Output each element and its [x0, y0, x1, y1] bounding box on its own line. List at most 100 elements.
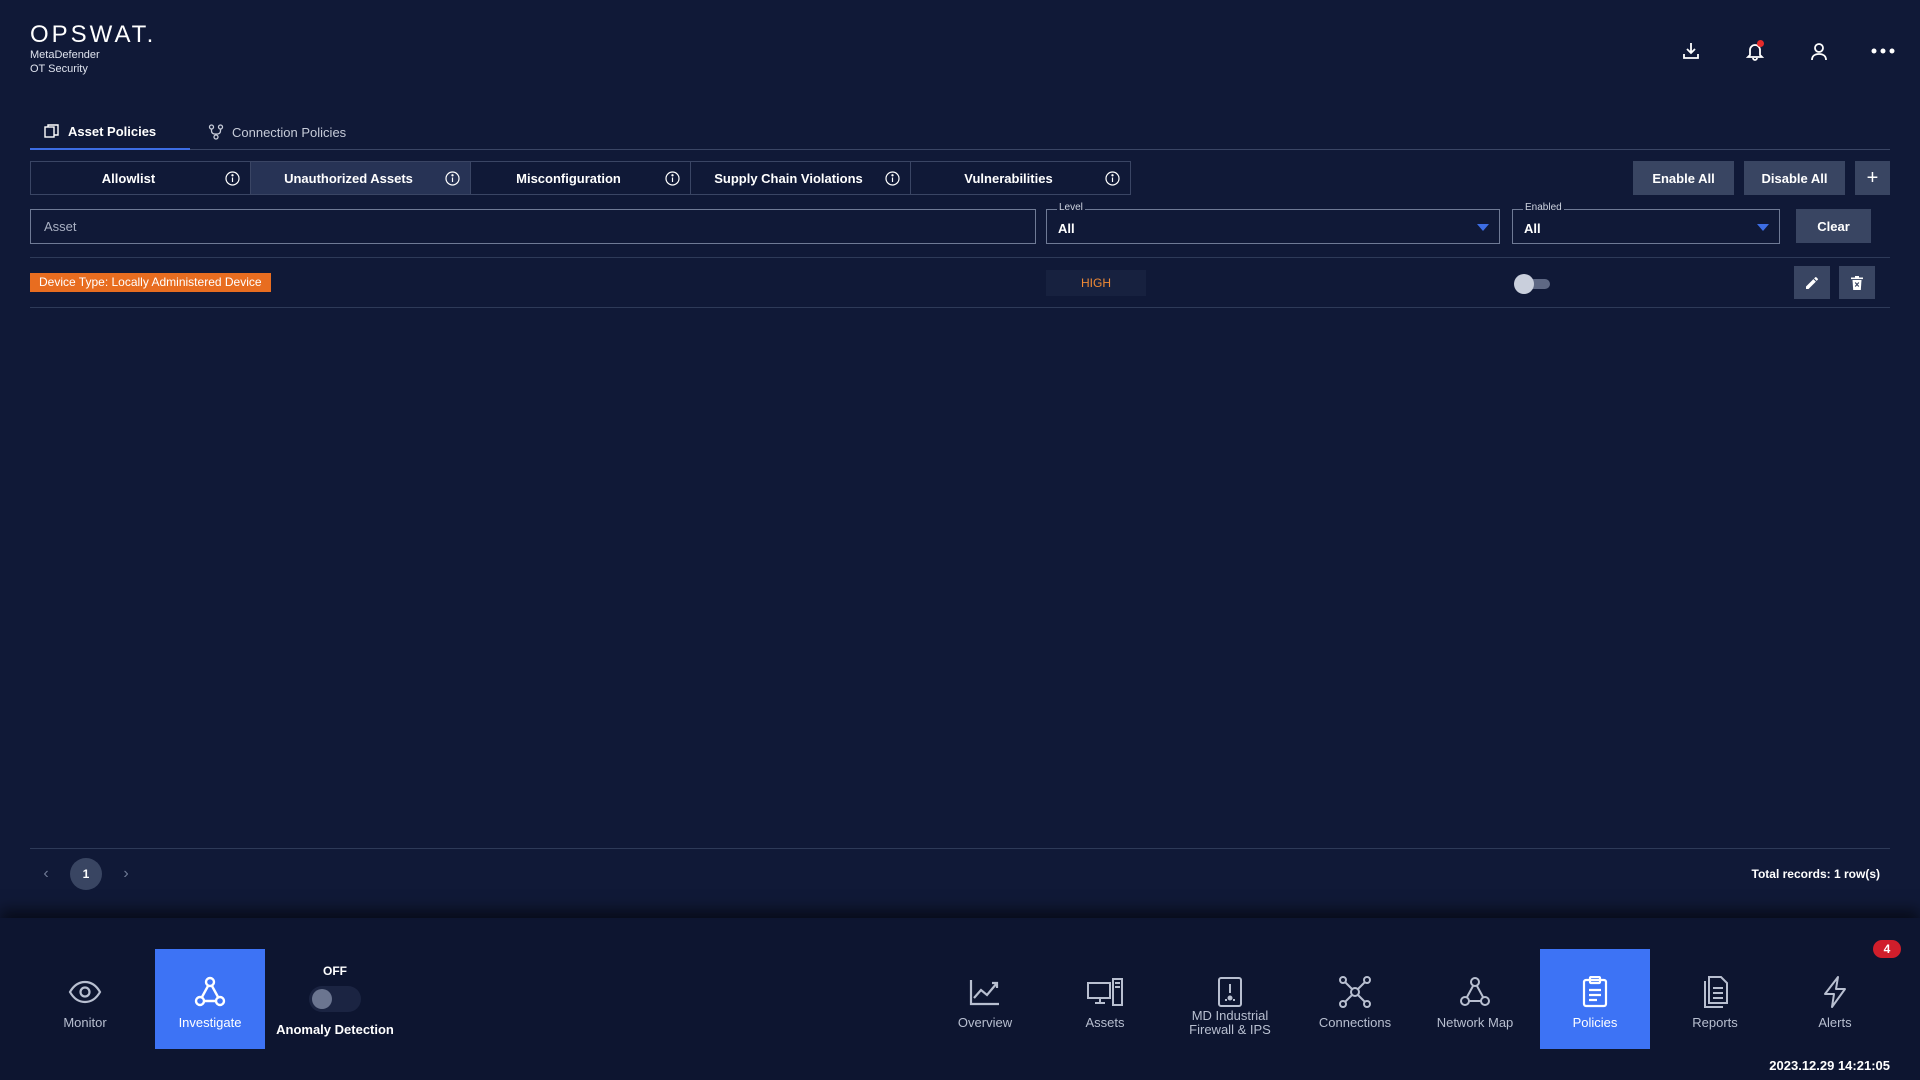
- policy-actions: Enable All Disable All +: [1633, 161, 1890, 195]
- anomaly-detection-label: Anomaly Detection: [276, 1022, 394, 1037]
- header-toolbar: [1674, 34, 1900, 68]
- table-divider: [30, 257, 1890, 258]
- nav-investigate[interactable]: Investigate: [155, 949, 265, 1049]
- anomaly-detection-toggle[interactable]: [309, 986, 361, 1012]
- toggle-knob: [1514, 274, 1534, 294]
- connections-icon: [1338, 975, 1372, 1009]
- tab-asset-policies[interactable]: Asset Policies: [30, 114, 190, 150]
- nav-policies[interactable]: Policies: [1540, 949, 1650, 1049]
- caret-down-icon: [1477, 224, 1489, 231]
- network-map-icon: [1459, 975, 1491, 1009]
- disable-all-button[interactable]: Disable All: [1744, 161, 1845, 195]
- subtab-misconfiguration-label: Misconfiguration: [516, 170, 621, 186]
- enabled-select-value: All: [1524, 221, 1541, 236]
- timestamp: 2023.12.29 14:21:05: [1769, 1058, 1890, 1073]
- connection-policies-icon: [208, 124, 224, 140]
- investigate-icon: [194, 975, 226, 1009]
- policy-type-tabs: Asset Policies Connection Policies: [30, 114, 1890, 150]
- subtab-supply-chain-violations[interactable]: Supply Chain Violations: [690, 161, 911, 195]
- firewall-icon: [1217, 975, 1243, 1009]
- subtab-supply-chain-violations-label: Supply Chain Violations: [714, 170, 863, 186]
- asset-policy-subtabs: Allowlist Unauthorized Assets Misconfigu…: [30, 161, 1131, 195]
- chevron-right-icon[interactable]: ›: [120, 865, 132, 883]
- enable-all-button[interactable]: Enable All: [1633, 161, 1734, 195]
- nav-alerts[interactable]: Alerts: [1780, 949, 1890, 1049]
- nav-network-map-label: Network Map: [1436, 1015, 1514, 1030]
- nav-firewall-label-line1: MD Industrial: [1191, 1008, 1269, 1023]
- tab-connection-policies[interactable]: Connection Policies: [194, 114, 360, 150]
- devices-icon: [1086, 975, 1124, 1009]
- pagination-divider: [30, 848, 1890, 849]
- page-number[interactable]: 1: [70, 858, 102, 890]
- alerts-count-badge: 4: [1873, 940, 1901, 958]
- edit-button[interactable]: [1794, 266, 1830, 299]
- nav-investigate-label: Investigate: [178, 1015, 242, 1030]
- nav-overview[interactable]: Overview: [930, 949, 1040, 1049]
- info-icon[interactable]: [445, 171, 460, 186]
- delete-button[interactable]: [1839, 266, 1875, 299]
- enabled-select-label: Enabled: [1523, 202, 1564, 214]
- subtab-vulnerabilities-label: Vulnerabilities: [964, 170, 1053, 186]
- nav-reports-label: Reports: [1692, 1015, 1738, 1030]
- info-icon[interactable]: [665, 171, 680, 186]
- info-icon[interactable]: [885, 171, 900, 186]
- nav-network-map[interactable]: Network Map: [1420, 949, 1530, 1049]
- nav-reports[interactable]: Reports: [1660, 949, 1770, 1049]
- nav-monitor-label: Monitor: [63, 1015, 107, 1030]
- user-icon[interactable]: [1802, 34, 1836, 68]
- toggle-knob: [312, 989, 332, 1009]
- bell-icon[interactable]: [1738, 34, 1772, 68]
- subtab-allowlist[interactable]: Allowlist: [30, 161, 251, 195]
- clipboard-icon: [1581, 975, 1609, 1009]
- subtab-unauthorized-assets-label: Unauthorized Assets: [284, 170, 413, 186]
- brand-product-line2: OT Security: [30, 63, 88, 75]
- nav-firewall-label-line2: Firewall & IPS: [1189, 1022, 1271, 1037]
- policy-enabled-toggle[interactable]: [1514, 274, 1552, 294]
- lightning-icon: [1822, 975, 1848, 1009]
- level-select[interactable]: Level All: [1046, 202, 1500, 244]
- brand: OPSWAT. MetaDefender OT Security: [30, 22, 156, 76]
- info-icon[interactable]: [225, 171, 240, 186]
- anomaly-state: OFF: [323, 964, 347, 978]
- nav-connections[interactable]: Connections: [1300, 949, 1410, 1049]
- enabled-select[interactable]: Enabled All: [1512, 202, 1780, 244]
- level-badge: HIGH: [1046, 270, 1146, 296]
- anomaly-detection: OFF Anomaly Detection: [275, 964, 395, 1037]
- level-select-value: All: [1058, 221, 1075, 236]
- asset-policies-icon: [44, 124, 60, 138]
- nav-overview-label: Overview: [957, 1015, 1013, 1030]
- asset-criteria-badge: Device Type: Locally Administered Device: [30, 273, 271, 292]
- subtab-allowlist-label: Allowlist: [101, 170, 156, 186]
- subtab-unauthorized-assets[interactable]: Unauthorized Assets: [250, 161, 471, 195]
- tab-connection-policies-label: Connection Policies: [232, 124, 347, 140]
- download-icon[interactable]: [1674, 34, 1708, 68]
- eye-icon: [68, 975, 102, 1009]
- chevron-left-icon[interactable]: ‹: [40, 865, 52, 883]
- bottom-nav: Monitor Investigate OFF Anomaly Detectio…: [0, 918, 1920, 1080]
- line-chart-icon: [969, 975, 1001, 1009]
- nav-assets-label: Assets: [1085, 1015, 1125, 1030]
- nav-assets[interactable]: Assets: [1050, 949, 1160, 1049]
- reports-icon: [1700, 975, 1730, 1009]
- more-icon[interactable]: [1866, 34, 1900, 68]
- subtab-vulnerabilities[interactable]: Vulnerabilities: [910, 161, 1131, 195]
- tab-asset-policies-label: Asset Policies: [68, 123, 157, 139]
- notification-dot: [1757, 40, 1764, 47]
- level-select-label: Level: [1057, 202, 1085, 214]
- nav-connections-label: Connections: [1318, 1015, 1392, 1030]
- nav-alerts-label: Alerts: [1818, 1015, 1852, 1030]
- nav-monitor[interactable]: Monitor: [30, 949, 140, 1049]
- trash-icon: [1851, 275, 1863, 290]
- nav-firewall[interactable]: MD Industrial Firewall & IPS: [1175, 949, 1285, 1049]
- brand-product-line1: MetaDefender: [30, 49, 100, 61]
- brand-logo: OPSWAT.: [30, 21, 157, 48]
- info-icon[interactable]: [1105, 171, 1120, 186]
- add-policy-button[interactable]: +: [1855, 161, 1890, 195]
- pencil-icon: [1805, 276, 1819, 290]
- table-row: Device Type: Locally Administered Device…: [30, 266, 1890, 308]
- nav-policies-label: Policies: [1572, 1015, 1618, 1030]
- subtab-misconfiguration[interactable]: Misconfiguration: [470, 161, 691, 195]
- clear-filters-button[interactable]: Clear: [1796, 209, 1871, 243]
- asset-search-input[interactable]: [30, 209, 1036, 244]
- total-records: Total records: 1 row(s): [1751, 867, 1880, 881]
